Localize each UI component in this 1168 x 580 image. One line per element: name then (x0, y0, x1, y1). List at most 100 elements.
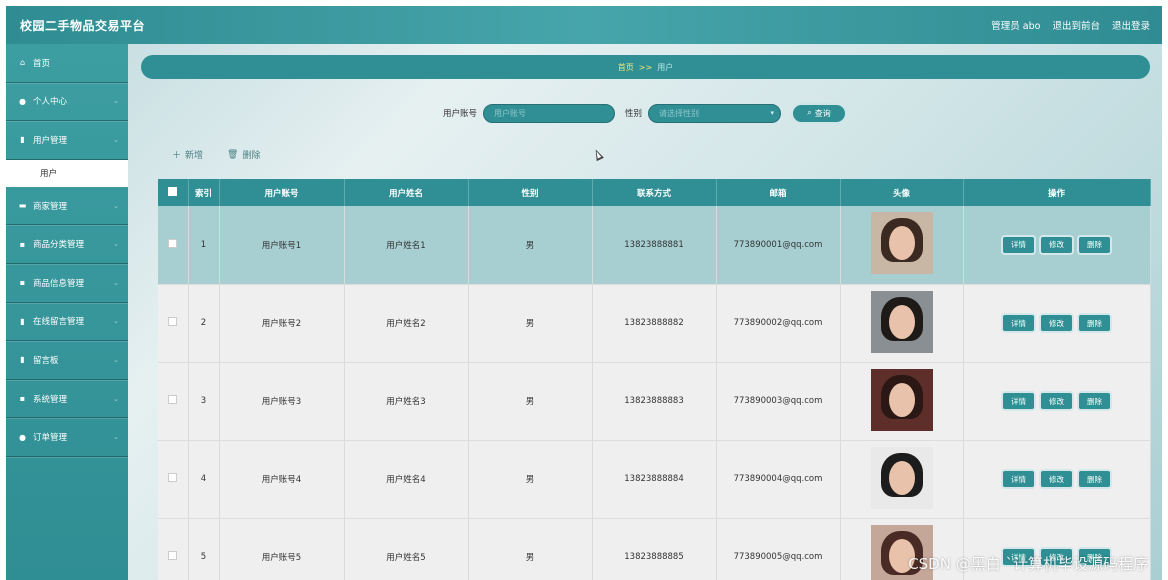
main-content: 首页 >> 用户 用户账号 用户账号 性别 请选择性别 ▾ ⌕ 查询 ＋新增 🗑… (128, 44, 1162, 580)
delete-button[interactable]: 删除 (1079, 315, 1110, 331)
column-header: 联系方式 (592, 179, 717, 206)
edit-button[interactable]: 修改 (1041, 471, 1072, 487)
person-icon: ● (19, 96, 26, 106)
row-actions: 详情 修改 删除 (964, 236, 1150, 253)
column-header: 头像 (840, 179, 964, 206)
row-actions: 详情 修改 删除 (964, 471, 1150, 487)
sidebar: ⌂ 首页 ● 个人中心 ⌄ ▮ 用户管理 ⌄ 用户 ▬ 商家管理 ⌄ ▪ 商品分类… (6, 44, 128, 580)
sidebar-item-label: 商家管理 (33, 201, 68, 212)
sidebar-item-label: 个人中心 (33, 97, 68, 108)
ops-cell: 详情 修改 删除 (963, 362, 1151, 441)
add-button[interactable]: ＋新增 (172, 148, 203, 161)
sidebar-item[interactable]: ● 个人中心 ⌄ (6, 83, 128, 122)
sidebar-item-content: ▮ 在线留言管理 (18, 315, 84, 328)
table-row[interactable]: 3 用户账号3 用户姓名3 男 13823888883 773890003@qq… (158, 362, 1151, 441)
sidebar-item-content: ▪ 系统管理 (18, 393, 67, 405)
detail-button[interactable]: 详情 (1003, 236, 1034, 253)
chevron-down-icon: ⌄ (113, 97, 119, 106)
chevron-down-icon: ⌄ (113, 201, 119, 210)
header-links: 管理员 abo 退出到前台 退出登录 (991, 18, 1150, 32)
row-actions: 详情 修改 删除 (964, 393, 1150, 409)
edit-button[interactable]: 修改 (1041, 236, 1072, 253)
ops-cell: 详情 修改 删除 (963, 440, 1151, 519)
detail-button[interactable]: 详情 (1003, 471, 1034, 487)
gender-select[interactable]: 请选择性别 ▾ (648, 103, 782, 123)
row-checkbox[interactable] (168, 395, 178, 404)
sidebar-item-label: 留言板 (33, 355, 59, 366)
sidebar-item-content: ⌂ 首页 (18, 57, 50, 69)
select-all-cell (158, 179, 189, 206)
table-row[interactable]: 2 用户账号2 用户姓名2 男 13823888882 773890002@qq… (158, 284, 1151, 363)
user-table: 索引 用户账号 用户姓名 性别 联系方式 邮箱 头像 操作 1 用户账号1 用户姓名1 男 1… (158, 179, 1151, 580)
sidebar-item[interactable]: ▪ 系统管理 ⌄ (6, 380, 128, 419)
row-checkbox[interactable] (168, 238, 178, 248)
sidebar-item-content: ● 订单管理 (18, 431, 67, 444)
chevron-down-icon: ▾ (770, 109, 775, 117)
detail-button[interactable]: 详情 (1003, 393, 1034, 409)
sidebar-item[interactable]: ● 订单管理 ⌄ (6, 418, 128, 457)
sidebar-item-label: 系统管理 (33, 394, 68, 405)
edit-button[interactable]: 修改 (1041, 393, 1072, 409)
table-row[interactable]: 4 用户账号4 用户姓名4 男 13823888884 773890004@qq… (158, 440, 1151, 519)
chevron-down-icon: ⌄ (113, 394, 119, 403)
phone-cell: 13823888882 (592, 284, 717, 363)
account-label: 用户账号 (442, 109, 477, 119)
admin-user-link[interactable]: 管理员 abo (991, 18, 1040, 32)
chevron-down-icon: ⌄ (113, 433, 119, 442)
row-checkbox[interactable] (168, 317, 178, 326)
sidebar-item[interactable]: ▬ 商家管理 ⌄ (6, 187, 128, 226)
sidebar-subitem-users[interactable]: 用户 (6, 159, 128, 187)
query-button[interactable]: ⌕ 查询 (791, 102, 848, 124)
phone-cell: 13823888884 (592, 440, 717, 519)
account-placeholder: 用户账号 (494, 108, 526, 118)
sidebar-item-label: 首页 (33, 58, 51, 69)
account-cell: 用户账号2 (219, 284, 345, 363)
sidebar-item-label: 商品信息管理 (33, 278, 85, 289)
logout-link[interactable]: 退出登录 (1112, 18, 1150, 32)
person-icon: ● (19, 432, 26, 442)
exit-to-front-link[interactable]: 退出到前台 (1052, 18, 1100, 32)
delete-button[interactable]: 删除 (1079, 236, 1110, 253)
sidebar-item[interactable]: ▪ 商品信息管理 ⌄ (6, 264, 128, 303)
chevron-down-icon: ⌄ (113, 240, 119, 249)
edit-button[interactable]: 修改 (1041, 315, 1072, 331)
breadcrumb-home[interactable]: 首页 (618, 62, 634, 73)
account-cell: 用户账号3 (219, 362, 345, 441)
email-cell: 773890002@qq.com (716, 284, 841, 363)
column-header: 性别 (468, 179, 593, 206)
card-icon: ▬ (18, 201, 27, 211)
row-select-cell (158, 440, 189, 519)
avatar (870, 290, 933, 353)
select-all-checkbox[interactable] (168, 186, 178, 196)
sidebar-item[interactable]: ▪ 商品分类管理 ⌄ (6, 225, 128, 264)
delete-button[interactable]: 删除 (1079, 393, 1110, 409)
chevron-down-icon: ⌄ (113, 135, 119, 144)
sidebar-item[interactable]: ▮ 在线留言管理 ⌄ (6, 303, 128, 342)
sidebar-item-content: ● 个人中心 (18, 95, 68, 108)
row-select-cell (158, 284, 189, 363)
avatar-face (888, 382, 915, 417)
table-row[interactable]: 1 用户账号1 用户姓名1 男 13823888881 773890001@qq… (158, 206, 1151, 285)
sidebar-item-content: ▪ 商品信息管理 (18, 277, 84, 289)
name-cell: 用户姓名5 (344, 518, 469, 580)
sidebar-item-content: ▮ 留言板 (18, 354, 59, 366)
chevron-down-icon: ⌄ (113, 355, 119, 364)
detail-button[interactable]: 详情 (1003, 315, 1034, 331)
grid-icon: ▪ (19, 278, 26, 288)
index-cell: 5 (188, 518, 220, 580)
sidebar-item[interactable]: ▮ 留言板 ⌄ (6, 341, 128, 380)
delete-button[interactable]: 删除 (1079, 471, 1110, 487)
avatar-face (888, 226, 915, 261)
row-checkbox[interactable] (168, 551, 178, 560)
avatar-face (888, 304, 915, 339)
sidebar-item[interactable]: ▮ 用户管理 ⌄ (6, 121, 128, 160)
sidebar-item-label: 商品分类管理 (33, 240, 85, 251)
delete-label: 删除 (242, 151, 261, 161)
mouse-cursor-icon (592, 147, 604, 162)
chevron-down-icon: ⌄ (113, 278, 119, 287)
row-checkbox[interactable] (168, 473, 178, 482)
account-search-input[interactable]: 用户账号 (483, 103, 615, 123)
batch-delete-button[interactable]: 🗑 删除 (227, 148, 261, 162)
sidebar-item[interactable]: ⌂ 首页 (6, 44, 128, 83)
sidebar-item-content: ▮ 用户管理 (18, 134, 67, 146)
